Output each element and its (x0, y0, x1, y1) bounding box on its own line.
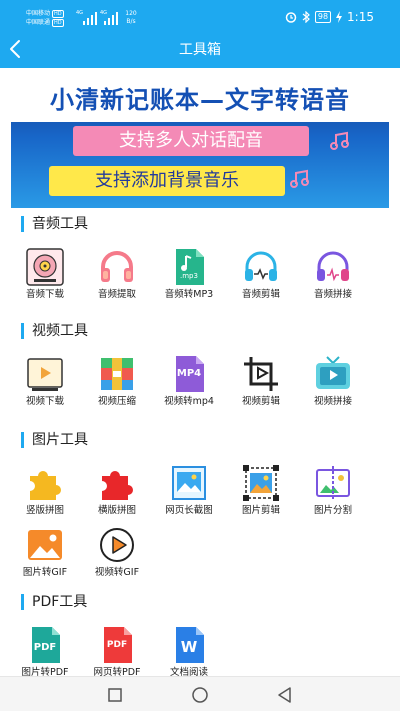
tool-label: 音频转MP3 (164, 289, 214, 300)
mp3-file-icon (176, 249, 204, 285)
status-right: 98 1:15 (285, 10, 374, 24)
home-circle-icon[interactable] (190, 685, 210, 705)
pdf-text: PDF (106, 640, 128, 650)
banner-title-strip: 小清新记账本—文字转语音 (11, 78, 389, 122)
image-crop-icon (243, 465, 279, 501)
tool-video-to-mp4[interactable]: MP4 视频转mp4 (154, 355, 224, 413)
promo-banner[interactable]: 小清新记账本—文字转语音 支持多人对话配音 支持添加背景音乐 (11, 78, 389, 208)
signal-icon-2 (104, 12, 118, 25)
tool-label: 音频拼接 (313, 289, 352, 300)
tool-label: 竖版拼图 (25, 505, 64, 516)
compress-archive-icon (101, 358, 133, 390)
tool-label: 视频剪辑 (241, 396, 280, 407)
charging-icon (336, 11, 343, 23)
tool-webpage-screenshot[interactable]: 网页长截图 (154, 464, 224, 522)
status-bar: 中国移动 HD 中国联通 HD 4G 4G 120 B/s 98 1:15 (0, 0, 400, 32)
tool-label: 音频提取 (97, 289, 136, 300)
music-note-icon (290, 169, 309, 188)
mp3-text: .mp3 (180, 272, 198, 280)
tool-audio-edit[interactable]: 音频剪辑 (226, 248, 296, 306)
banner-feature-2: 支持添加背景音乐 (49, 166, 285, 196)
clock-time: 1:15 (347, 10, 374, 24)
signal-icon-1 (83, 12, 97, 25)
video-player-icon (27, 358, 63, 391)
tool-image-edit[interactable]: 图片剪辑 (226, 464, 296, 522)
tv-merge-icon (316, 356, 350, 389)
tool-vertical-collage[interactable]: 竖版拼图 (10, 464, 80, 522)
headphones-icon (101, 251, 133, 282)
carrier-2-hd-tag: HD (52, 19, 64, 27)
header: 工具箱 (0, 32, 400, 68)
tool-image-to-gif[interactable]: 图片转GIF (10, 526, 80, 584)
tool-video-compress[interactable]: 视频压缩 (82, 355, 152, 413)
crop-video-icon (244, 357, 278, 391)
carrier-1-name: 中国移动 (26, 10, 51, 17)
page-title: 工具箱 (179, 42, 221, 58)
tool-label: 视频压缩 (97, 396, 136, 407)
word-text: W (180, 638, 198, 656)
screenshot-image-icon (172, 466, 206, 500)
tool-video-edit[interactable]: 视频剪辑 (226, 355, 296, 413)
mp4-text: MP4 (176, 368, 202, 379)
top-bar: 中国移动 HD 中国联通 HD 4G 4G 120 B/s 98 1:15 工具… (0, 0, 400, 68)
image-gif-icon (28, 530, 62, 560)
tool-label: 图片转GIF (22, 567, 68, 578)
play-circle-icon (100, 528, 134, 562)
headphones-wave-icon (245, 251, 277, 281)
tool-label: 横版拼图 (97, 505, 136, 516)
tool-label: 视频下载 (25, 396, 64, 407)
puzzle-piece-icon (30, 471, 61, 500)
tool-label: 图片分割 (313, 505, 352, 516)
system-nav-bar (0, 676, 400, 711)
tool-label: 音频下载 (25, 289, 64, 300)
network-speed-value: 120 (125, 10, 137, 17)
tool-image-split[interactable]: 图片分割 (298, 464, 368, 522)
pdf-text: PDF (33, 642, 57, 653)
banner-feature-1: 支持多人对话配音 (73, 126, 309, 156)
carrier-1: 中国移动 HD (26, 10, 64, 18)
vinyl-download-icon (26, 248, 64, 286)
carrier-1-hd-tag: HD (52, 10, 64, 18)
tool-label: 图片剪辑 (241, 505, 280, 516)
headphones-merge-icon (317, 251, 349, 282)
tool-video-merge[interactable]: 视频拼接 (298, 355, 368, 413)
image-split-icon (316, 466, 350, 500)
tool-label: 网页长截图 (165, 505, 213, 516)
tool-audio-to-mp3[interactable]: .mp3 音频转MP3 (154, 248, 224, 306)
tool-label: 视频转mp4 (164, 396, 214, 407)
tool-label: 视频转GIF (94, 567, 140, 578)
tool-audio-merge[interactable]: 音频拼接 (298, 248, 368, 306)
section-title-audio: 音频工具 (21, 216, 88, 232)
music-note-icon (330, 131, 349, 150)
tool-audio-download[interactable]: 音频下载 (10, 248, 80, 306)
section-title-image: 图片工具 (21, 432, 88, 448)
puzzle-piece-icon (102, 471, 133, 500)
carrier-2: 中国联通 HD (26, 19, 64, 27)
battery-level: 98 (314, 11, 332, 23)
tool-label: 音频剪辑 (241, 289, 280, 300)
recent-apps-square-icon[interactable] (105, 685, 125, 705)
tool-video-to-gif[interactable]: 视频转GIF (82, 526, 152, 584)
section-title-video: 视频工具 (21, 323, 88, 339)
alarm-icon (285, 12, 297, 23)
tool-horizontal-collage[interactable]: 横版拼图 (82, 464, 152, 522)
banner-title: 小清新记账本—文字转语音 (50, 86, 350, 114)
network-speed-unit: B/s (126, 18, 136, 25)
back-triangle-icon[interactable] (275, 685, 295, 705)
network-speed: 120 B/s (122, 10, 140, 26)
section-title-pdf: PDF工具 (21, 594, 87, 610)
tool-label: 视频拼接 (313, 396, 352, 407)
tool-video-download[interactable]: 视频下载 (10, 355, 80, 413)
carrier-2-name: 中国联通 (26, 19, 51, 26)
bluetooth-icon (302, 11, 310, 23)
tool-audio-extract[interactable]: 音频提取 (82, 248, 152, 306)
